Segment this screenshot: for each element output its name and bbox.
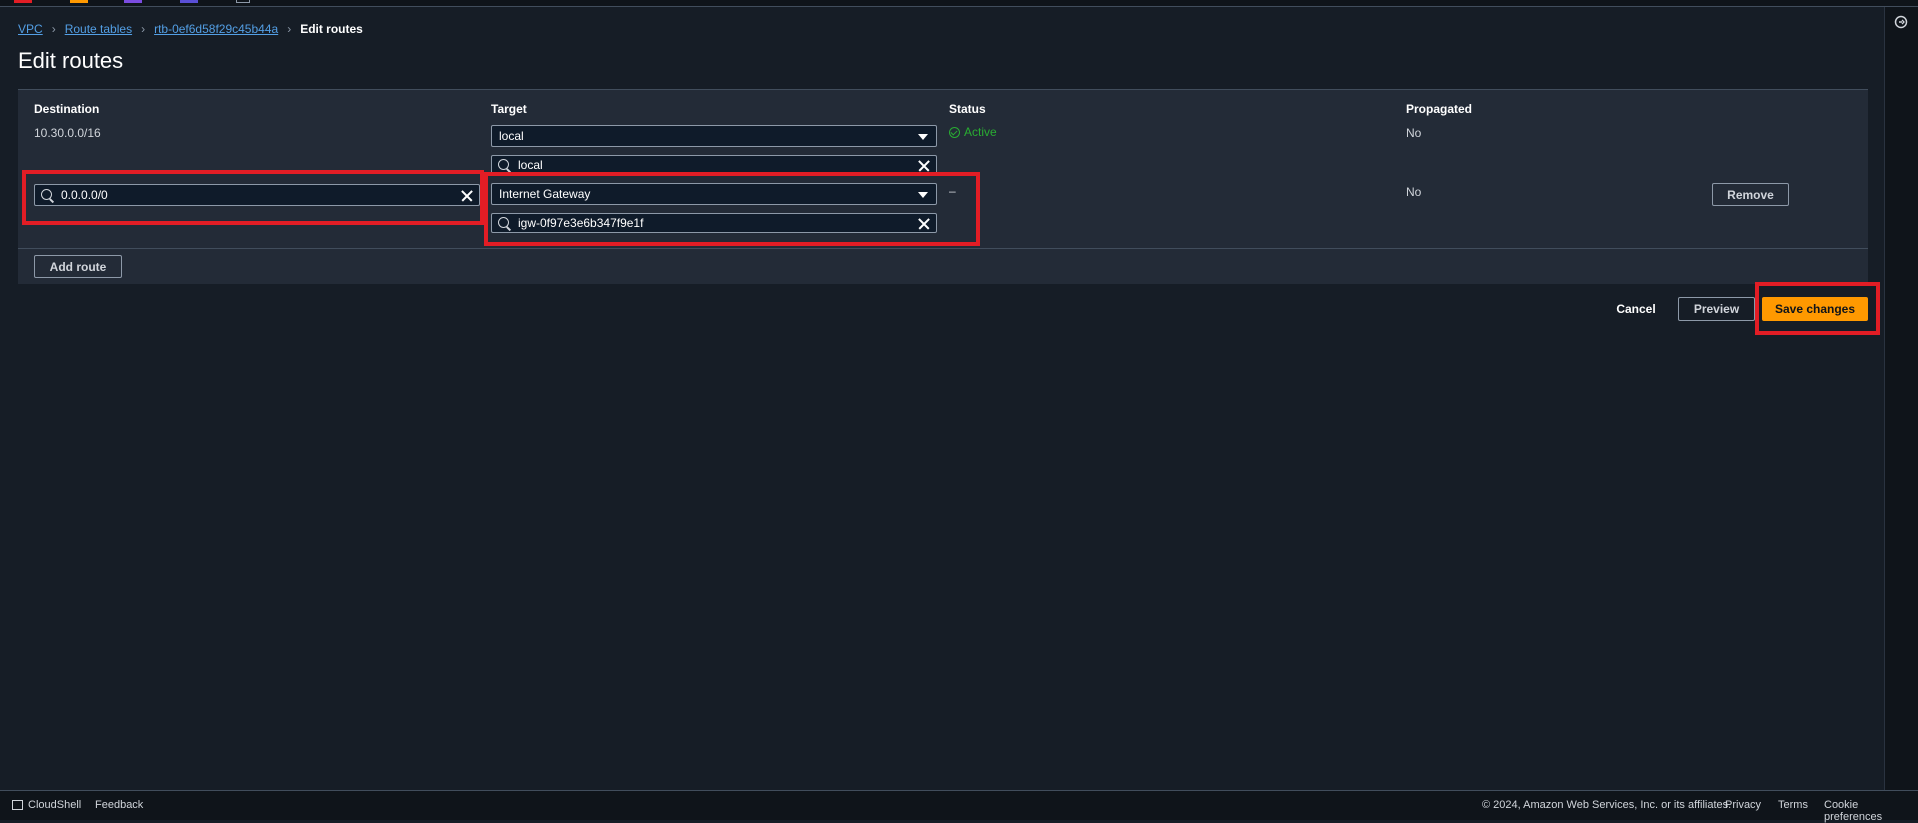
target-type-select[interactable]: local	[491, 125, 937, 147]
search-icon	[498, 217, 509, 228]
destination-input[interactable]	[61, 185, 417, 205]
route-destination-text: 10.30.0.0/16	[34, 126, 101, 140]
clear-icon[interactable]	[917, 217, 930, 230]
cookie-preferences-link[interactable]: Cookie preferences	[1824, 799, 1918, 823]
column-header-destination: Destination	[34, 102, 100, 116]
divider	[18, 248, 1868, 249]
status-text: –	[949, 184, 956, 198]
add-route-button[interactable]: Add route	[34, 255, 122, 278]
service-icon[interactable]	[14, 0, 32, 3]
breadcrumb-route-tables-link[interactable]: Route tables	[65, 22, 132, 36]
target-search-field[interactable]	[491, 213, 937, 233]
page-title: Edit routes	[18, 48, 124, 73]
breadcrumb-vpc-link[interactable]: VPC	[18, 22, 43, 36]
target-type-value: Internet Gateway	[499, 187, 591, 201]
copyright-text: © 2024, Amazon Web Services, Inc. or its…	[1482, 799, 1732, 811]
propagated-text: No	[1406, 185, 1422, 199]
top-nav-strip	[0, 0, 1918, 7]
save-changes-button[interactable]: Save changes	[1762, 297, 1868, 321]
chevron-right-icon: ›	[141, 22, 146, 36]
breadcrumb: VPC › Route tables › rtb-0ef6d58f29c45b4…	[18, 21, 363, 37]
service-icon[interactable]	[124, 0, 142, 3]
privacy-link[interactable]: Privacy	[1725, 799, 1761, 811]
target-search-input[interactable]	[518, 156, 874, 174]
chevron-right-icon: ›	[287, 22, 292, 36]
cancel-button[interactable]: Cancel	[1606, 297, 1666, 321]
clear-icon[interactable]	[917, 159, 930, 172]
propagated-text: No	[1406, 126, 1422, 140]
service-icon[interactable]	[236, 0, 250, 3]
console-footer: CloudShell Feedback © 2024, Amazon Web S…	[0, 790, 1918, 823]
search-icon	[498, 159, 509, 170]
caret-down-icon	[918, 192, 928, 198]
column-header-propagated: Propagated	[1406, 102, 1473, 116]
target-search-field[interactable]	[491, 155, 937, 175]
check-circle-icon	[949, 126, 960, 138]
breadcrumb-current: Edit routes	[300, 22, 363, 36]
service-icon[interactable]	[70, 0, 88, 3]
destination-search-field[interactable]	[34, 184, 480, 206]
cloudshell-link[interactable]: CloudShell	[28, 799, 81, 811]
target-type-value: local	[499, 129, 524, 143]
feedback-link[interactable]: Feedback	[95, 799, 143, 811]
cloudshell-icon	[12, 800, 23, 810]
status-badge: Active	[949, 125, 997, 139]
remove-route-button[interactable]: Remove	[1712, 183, 1789, 206]
clear-icon[interactable]	[460, 189, 473, 202]
target-type-select[interactable]: Internet Gateway	[491, 183, 937, 205]
service-icon[interactable]	[180, 0, 198, 3]
search-icon	[41, 189, 52, 200]
preview-button[interactable]: Preview	[1678, 297, 1755, 321]
right-panel-rail	[1884, 7, 1918, 790]
column-header-status: Status	[949, 102, 986, 116]
caret-down-icon	[918, 134, 928, 140]
chevron-right-icon: ›	[51, 22, 56, 36]
column-header-target: Target	[491, 102, 527, 116]
breadcrumb-route-table-link[interactable]: rtb-0ef6d58f29c45b44a	[154, 22, 278, 36]
target-search-input[interactable]	[518, 214, 874, 232]
info-panel-icon[interactable]	[1894, 15, 1908, 29]
status-text: Active	[964, 125, 997, 139]
terms-link[interactable]: Terms	[1778, 799, 1808, 811]
